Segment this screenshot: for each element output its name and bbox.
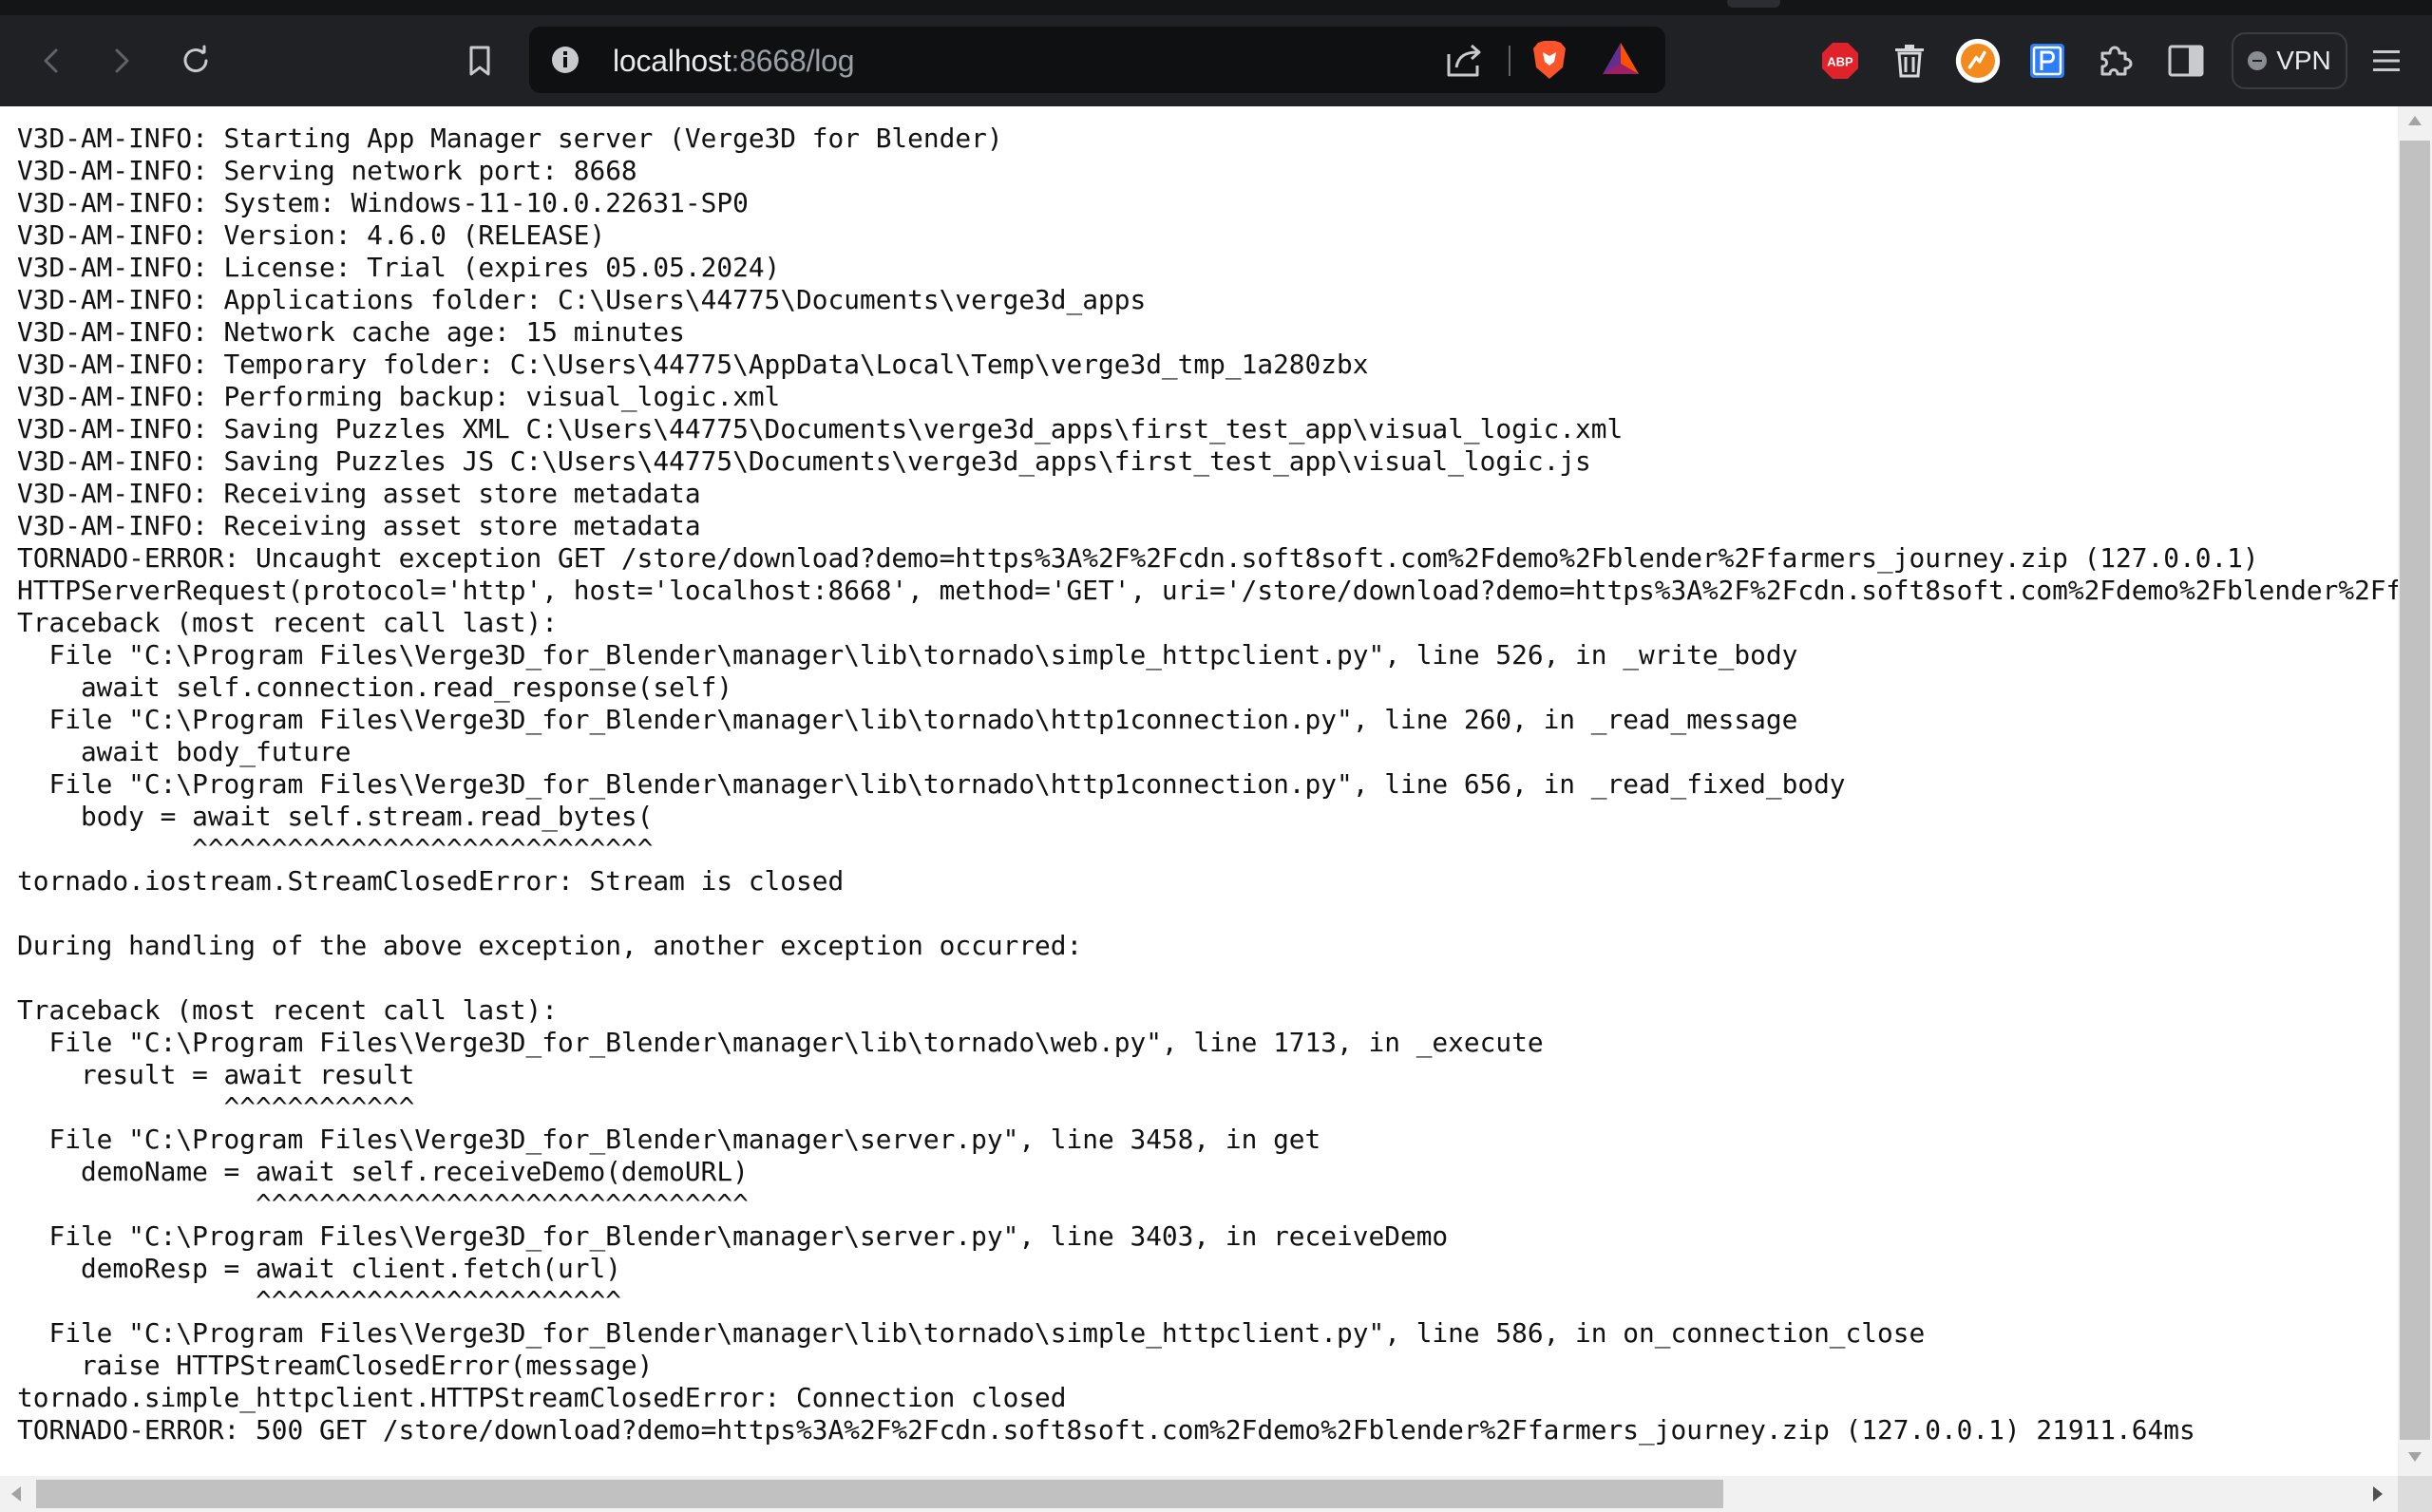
log-line: result = await result bbox=[17, 1059, 415, 1090]
sidebar-button[interactable] bbox=[2163, 38, 2209, 84]
back-button[interactable] bbox=[28, 38, 74, 84]
adblock-extension-button[interactable]: ABP bbox=[1817, 38, 1863, 84]
reload-button[interactable] bbox=[173, 38, 218, 84]
log-line: TORNADO-ERROR: Uncaught exception GET /s… bbox=[17, 542, 2259, 574]
address-bar[interactable]: localhost:8668/log bbox=[529, 27, 1665, 93]
browser-toolbar: localhost:8668/log ABP VPN bbox=[0, 0, 2432, 106]
log-line: ^^^^^^^^^^^^^^^^^^^^^^^ bbox=[17, 1285, 621, 1316]
log-line: During handling of the above exception, … bbox=[17, 930, 1083, 961]
log-line: V3D-AM-INFO: Saving Puzzles XML C:\Users… bbox=[17, 413, 1624, 444]
back-arrow-icon bbox=[44, 48, 58, 73]
log-line: Traceback (most recent call last): bbox=[17, 607, 558, 638]
log-line: V3D-AM-INFO: Saving Puzzles JS C:\Users\… bbox=[17, 445, 1591, 477]
log-line: V3D-AM-INFO: Version: 4.6.0 (RELEASE) bbox=[17, 219, 606, 251]
log-line: ^^^^^^^^^^^^^^^^^^^^^^^^^^^^^^^ bbox=[17, 1188, 749, 1219]
forward-arrow-icon bbox=[115, 48, 129, 73]
blue-extension-button[interactable] bbox=[2024, 38, 2070, 84]
vertical-scrollbar[interactable] bbox=[2398, 106, 2432, 1476]
forward-button[interactable] bbox=[99, 38, 144, 84]
log-line: tornado.simple_httpclient.HTTPStreamClos… bbox=[17, 1382, 1067, 1413]
vpn-label: VPN bbox=[2276, 46, 2331, 75]
bookmark-button[interactable] bbox=[457, 38, 503, 84]
log-line: await self.connection.read_response(self… bbox=[17, 671, 733, 703]
vpn-button[interactable]: VPN bbox=[2232, 32, 2347, 89]
vertical-scroll-thumb[interactable] bbox=[2400, 141, 2430, 1440]
brave-rewards-icon[interactable] bbox=[1601, 40, 1641, 78]
extensions-button[interactable] bbox=[2093, 38, 2138, 84]
adblock-icon: ABP bbox=[1822, 43, 1858, 79]
log-line: V3D-AM-INFO: Network cache age: 15 minut… bbox=[17, 316, 685, 348]
log-line: V3D-AM-INFO: Applications folder: C:\Use… bbox=[17, 284, 1147, 315]
log-text: V3D-AM-INFO: Starting App Manager server… bbox=[0, 106, 2398, 1446]
orange-extension-button[interactable] bbox=[1955, 38, 2001, 84]
url-text[interactable]: localhost:8668/log bbox=[613, 44, 855, 78]
log-line: demoResp = await client.fetch(url) bbox=[17, 1253, 621, 1284]
log-line: body = await self.stream.read_bytes( bbox=[17, 801, 654, 832]
url-host: localhost bbox=[613, 44, 732, 78]
scroll-right-arrow-icon[interactable] bbox=[2371, 1485, 2384, 1503]
log-line: await body_future bbox=[17, 736, 352, 767]
bookmark-icon bbox=[469, 46, 490, 76]
scroll-left-arrow-icon[interactable] bbox=[10, 1485, 23, 1503]
menu-icon bbox=[2373, 50, 2400, 71]
log-line: V3D-AM-INFO: Receiving asset store metad… bbox=[17, 478, 701, 509]
log-line: File "C:\Program Files\Verge3D_for_Blend… bbox=[17, 1220, 1449, 1252]
share-icon[interactable] bbox=[1445, 41, 1485, 79]
log-line: File "C:\Program Files\Verge3D_for_Blend… bbox=[17, 704, 1798, 735]
log-line: File "C:\Program Files\Verge3D_for_Blend… bbox=[17, 1124, 1321, 1155]
log-line: V3D-AM-INFO: Performing backup: visual_l… bbox=[17, 381, 781, 412]
log-line: TORNADO-ERROR: 500 GET /store/download?d… bbox=[17, 1414, 2195, 1446]
adblock-label: ABP bbox=[1827, 55, 1853, 69]
menu-button[interactable] bbox=[2364, 38, 2409, 84]
log-line: File "C:\Program Files\Verge3D_for_Blend… bbox=[17, 1027, 1544, 1058]
tab-strip bbox=[0, 0, 2432, 15]
log-line: V3D-AM-INFO: Serving network port: 8668 bbox=[17, 155, 637, 186]
log-line: V3D-AM-INFO: Receiving asset store metad… bbox=[17, 510, 701, 541]
scroll-up-arrow-icon[interactable] bbox=[2407, 114, 2422, 127]
omnibox-separator bbox=[1509, 46, 1510, 76]
trash-extension-button[interactable] bbox=[1887, 38, 1932, 84]
log-line: raise HTTPStreamClosedError(message) bbox=[17, 1350, 654, 1381]
scrollbar-corner bbox=[2398, 1476, 2432, 1512]
scroll-down-arrow-icon[interactable] bbox=[2407, 1450, 2422, 1464]
log-viewport: V3D-AM-INFO: Starting App Manager server… bbox=[0, 106, 2398, 1476]
orange-extension-icon bbox=[1955, 38, 2001, 84]
log-line: V3D-AM-INFO: Temporary folder: C:\Users\… bbox=[17, 349, 1369, 380]
puzzle-icon bbox=[2100, 46, 2133, 76]
vpn-icon bbox=[2248, 51, 2268, 70]
log-line: HTTPServerRequest(protocol='http', host=… bbox=[17, 575, 2398, 606]
log-line: V3D-AM-INFO: License: Trial (expires 05.… bbox=[17, 252, 781, 283]
horizontal-scrollbar[interactable] bbox=[0, 1476, 2398, 1512]
blue-extension-icon bbox=[2030, 44, 2064, 78]
log-line: V3D-AM-INFO: Starting App Manager server… bbox=[17, 123, 1003, 154]
trash-icon bbox=[1895, 45, 1924, 78]
log-line: ^^^^^^^^^^^^^^^^^^^^^^^^^^^^^ bbox=[17, 833, 654, 864]
log-line: tornado.iostream.StreamClosedError: Stre… bbox=[17, 865, 845, 897]
tab-hint bbox=[1727, 0, 1780, 8]
log-line: File "C:\Program Files\Verge3D_for_Blend… bbox=[17, 639, 1798, 671]
log-line: File "C:\Program Files\Verge3D_for_Blend… bbox=[17, 1317, 1926, 1349]
info-icon[interactable] bbox=[550, 45, 580, 75]
url-path: :8668/log bbox=[731, 44, 855, 78]
reload-icon bbox=[183, 45, 208, 73]
horizontal-scroll-thumb[interactable] bbox=[36, 1480, 1723, 1508]
sidebar-icon bbox=[2168, 45, 2204, 77]
brave-shields-icon[interactable] bbox=[1530, 39, 1568, 81]
log-line: ^^^^^^^^^^^^ bbox=[17, 1091, 415, 1123]
log-line: demoName = await self.receiveDemo(demoUR… bbox=[17, 1156, 749, 1187]
log-line: Traceback (most recent call last): bbox=[17, 994, 558, 1026]
log-line: File "C:\Program Files\Verge3D_for_Blend… bbox=[17, 768, 1846, 800]
log-line: V3D-AM-INFO: System: Windows-11-10.0.226… bbox=[17, 187, 749, 218]
